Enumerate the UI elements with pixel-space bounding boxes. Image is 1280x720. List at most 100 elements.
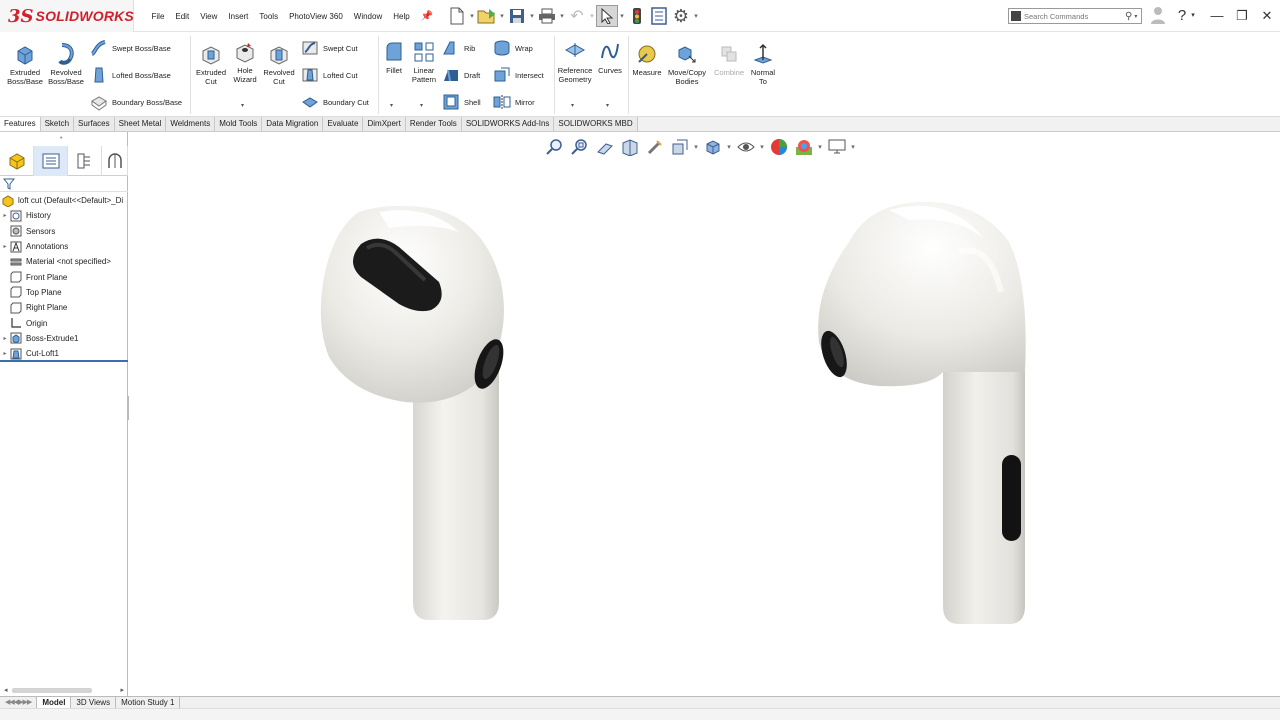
tree-filter-bar[interactable] bbox=[0, 176, 128, 192]
search-commands-input[interactable] bbox=[1021, 11, 1125, 21]
menu-window[interactable]: Window bbox=[348, 12, 387, 21]
fillet-button[interactable]: Fillet bbox=[381, 40, 407, 75]
view-settings-dropdown-icon[interactable]: ▾ bbox=[849, 143, 857, 151]
view-settings-icon[interactable] bbox=[824, 136, 849, 158]
menu-help[interactable]: Help bbox=[388, 12, 415, 21]
dynamic-annotation-view-icon[interactable] bbox=[642, 136, 667, 158]
draft-button[interactable]: Draft bbox=[442, 66, 480, 84]
menu-view[interactable]: View bbox=[195, 12, 223, 21]
undo-icon[interactable]: ↶ bbox=[566, 5, 588, 27]
new-dropdown-icon[interactable]: ▾ bbox=[468, 12, 476, 20]
menu-photoview[interactable]: PhotoView 360 bbox=[284, 12, 349, 21]
scroll-right-icon[interactable]: ▸ bbox=[120, 686, 124, 694]
select-dropdown-icon[interactable]: ▾ bbox=[618, 12, 626, 20]
revolved-boss-button[interactable]: Revolved Boss/Base bbox=[46, 42, 86, 86]
curves-dropdown-icon[interactable]: ▾ bbox=[606, 102, 609, 109]
tab-scroll-arrows-icon[interactable]: ◀◀◀▶▶▶ bbox=[0, 697, 38, 708]
swept-cut-button[interactable]: Swept Cut bbox=[301, 39, 358, 57]
wrap-button[interactable]: Wrap bbox=[493, 39, 533, 57]
extruded-cut-button[interactable]: Extruded Cut bbox=[193, 42, 229, 86]
mirror-button[interactable]: Mirror bbox=[493, 93, 535, 111]
swept-boss-button[interactable]: Swept Boss/Base bbox=[90, 39, 171, 57]
help-dropdown-icon[interactable]: ▾ bbox=[1188, 6, 1198, 26]
curves-button[interactable]: Curves bbox=[596, 40, 624, 75]
tab-surfaces[interactable]: Surfaces bbox=[74, 117, 115, 131]
configuration-manager-tab-icon[interactable] bbox=[68, 146, 102, 176]
user-account-icon[interactable] bbox=[1147, 6, 1169, 26]
print-icon[interactable] bbox=[536, 5, 558, 27]
undo-dropdown-icon[interactable]: ▾ bbox=[588, 12, 596, 20]
expand-arrow-icon[interactable]: ▸ bbox=[0, 335, 10, 342]
shell-button[interactable]: Shell bbox=[442, 93, 481, 111]
tab-data-migration[interactable]: Data Migration bbox=[262, 117, 324, 131]
apply-scene-icon[interactable] bbox=[791, 136, 816, 158]
options-dropdown-icon[interactable]: ▾ bbox=[692, 12, 700, 20]
combine-button[interactable]: Combine bbox=[710, 42, 748, 77]
intersect-button[interactable]: Intersect bbox=[493, 66, 544, 84]
search-icon[interactable]: ⚲ bbox=[1125, 11, 1132, 22]
measure-button[interactable]: Measure bbox=[630, 42, 664, 77]
tab-mold-tools[interactable]: Mold Tools bbox=[215, 117, 263, 131]
menu-tools[interactable]: Tools bbox=[254, 12, 284, 21]
tab-motion-study[interactable]: Motion Study 1 bbox=[116, 697, 181, 708]
tree-item-top-plane[interactable]: Top Plane bbox=[0, 285, 128, 300]
tab-features[interactable]: Features bbox=[0, 117, 41, 131]
lofted-cut-button[interactable]: Lofted Cut bbox=[301, 66, 358, 84]
display-style-icon[interactable] bbox=[700, 136, 725, 158]
tree-horizontal-scrollbar[interactable]: ◂ ▸ bbox=[4, 686, 124, 694]
lofted-boss-button[interactable]: Lofted Boss/Base bbox=[90, 66, 171, 84]
tab-weldments[interactable]: Weldments bbox=[166, 117, 216, 131]
tree-item-material[interactable]: Material <not specified> bbox=[0, 254, 128, 269]
tab-3d-views[interactable]: 3D Views bbox=[71, 697, 117, 708]
expand-arrow-icon[interactable]: ▸ bbox=[0, 243, 10, 250]
tab-dimxpert[interactable]: DimXpert bbox=[363, 117, 406, 131]
pattern-dropdown-icon[interactable]: ▾ bbox=[420, 102, 423, 109]
filter-icon[interactable] bbox=[3, 178, 15, 190]
reference-geometry-dropdown-icon[interactable]: ▾ bbox=[571, 102, 574, 109]
tab-sheet-metal[interactable]: Sheet Metal bbox=[114, 117, 167, 131]
save-dropdown-icon[interactable]: ▾ bbox=[528, 12, 536, 20]
open-dropdown-icon[interactable]: ▾ bbox=[498, 12, 506, 20]
property-manager-tab-icon[interactable] bbox=[34, 146, 68, 176]
rollback-bar[interactable] bbox=[0, 360, 128, 362]
section-view-icon[interactable] bbox=[617, 136, 642, 158]
close-window-icon[interactable]: ✕ bbox=[1256, 6, 1278, 26]
view-orientation-dropdown-icon[interactable]: ▾ bbox=[692, 143, 700, 151]
file-properties-icon[interactable] bbox=[648, 5, 670, 27]
scroll-thumb[interactable] bbox=[12, 688, 92, 693]
select-arrow-icon[interactable] bbox=[596, 5, 618, 27]
dimxpert-manager-tab-icon[interactable] bbox=[102, 146, 128, 176]
tab-sketch[interactable]: Sketch bbox=[40, 117, 75, 131]
expand-arrow-icon[interactable]: ▸ bbox=[0, 350, 10, 357]
restore-window-icon[interactable]: ❐ bbox=[1231, 6, 1253, 26]
tree-item-right-plane[interactable]: Right Plane bbox=[0, 300, 128, 315]
move-copy-bodies-button[interactable]: Move/Copy Bodies bbox=[664, 42, 710, 86]
menu-insert[interactable]: Insert bbox=[223, 12, 254, 21]
rib-button[interactable]: Rib bbox=[442, 39, 475, 57]
tab-solidworks-add-ins[interactable]: SOLIDWORKS Add-Ins bbox=[461, 117, 555, 131]
menu-edit[interactable]: Edit bbox=[170, 12, 195, 21]
rebuild-traffic-light-icon[interactable] bbox=[626, 5, 648, 27]
menu-file[interactable]: File bbox=[146, 12, 170, 21]
display-style-dropdown-icon[interactable]: ▾ bbox=[725, 143, 733, 151]
search-commands-box[interactable]: ⚲ ▾ bbox=[1008, 8, 1142, 24]
fillet-dropdown-icon[interactable]: ▾ bbox=[390, 102, 393, 109]
previous-view-icon[interactable] bbox=[592, 136, 617, 158]
tree-root-part[interactable]: loft cut (Default<<Default>_Di bbox=[0, 193, 128, 208]
hide-show-items-icon[interactable] bbox=[733, 136, 758, 158]
tab-render-tools[interactable]: Render Tools bbox=[405, 117, 462, 131]
pin-icon[interactable]: 📌 bbox=[415, 11, 438, 22]
tree-item-annotations[interactable]: ▸ Annotations bbox=[0, 239, 128, 254]
zoom-to-fit-icon[interactable] bbox=[542, 136, 567, 158]
hole-wizard-dropdown-icon[interactable]: ▾ bbox=[241, 102, 244, 109]
boundary-boss-button[interactable]: Boundary Boss/Base bbox=[90, 93, 182, 111]
search-mode-icon[interactable] bbox=[1011, 11, 1021, 21]
boundary-cut-button[interactable]: Boundary Cut bbox=[301, 93, 369, 111]
hole-wizard-button[interactable]: Hole Wizard bbox=[229, 40, 261, 84]
zoom-to-area-icon[interactable] bbox=[567, 136, 592, 158]
open-folder-icon[interactable] bbox=[476, 5, 498, 27]
revolved-cut-button[interactable]: Revolved Cut bbox=[261, 42, 297, 86]
tab-evaluate[interactable]: Evaluate bbox=[323, 117, 364, 131]
reference-geometry-button[interactable]: Reference Geometry bbox=[556, 40, 594, 84]
search-dropdown-icon[interactable]: ▾ bbox=[1134, 13, 1137, 20]
